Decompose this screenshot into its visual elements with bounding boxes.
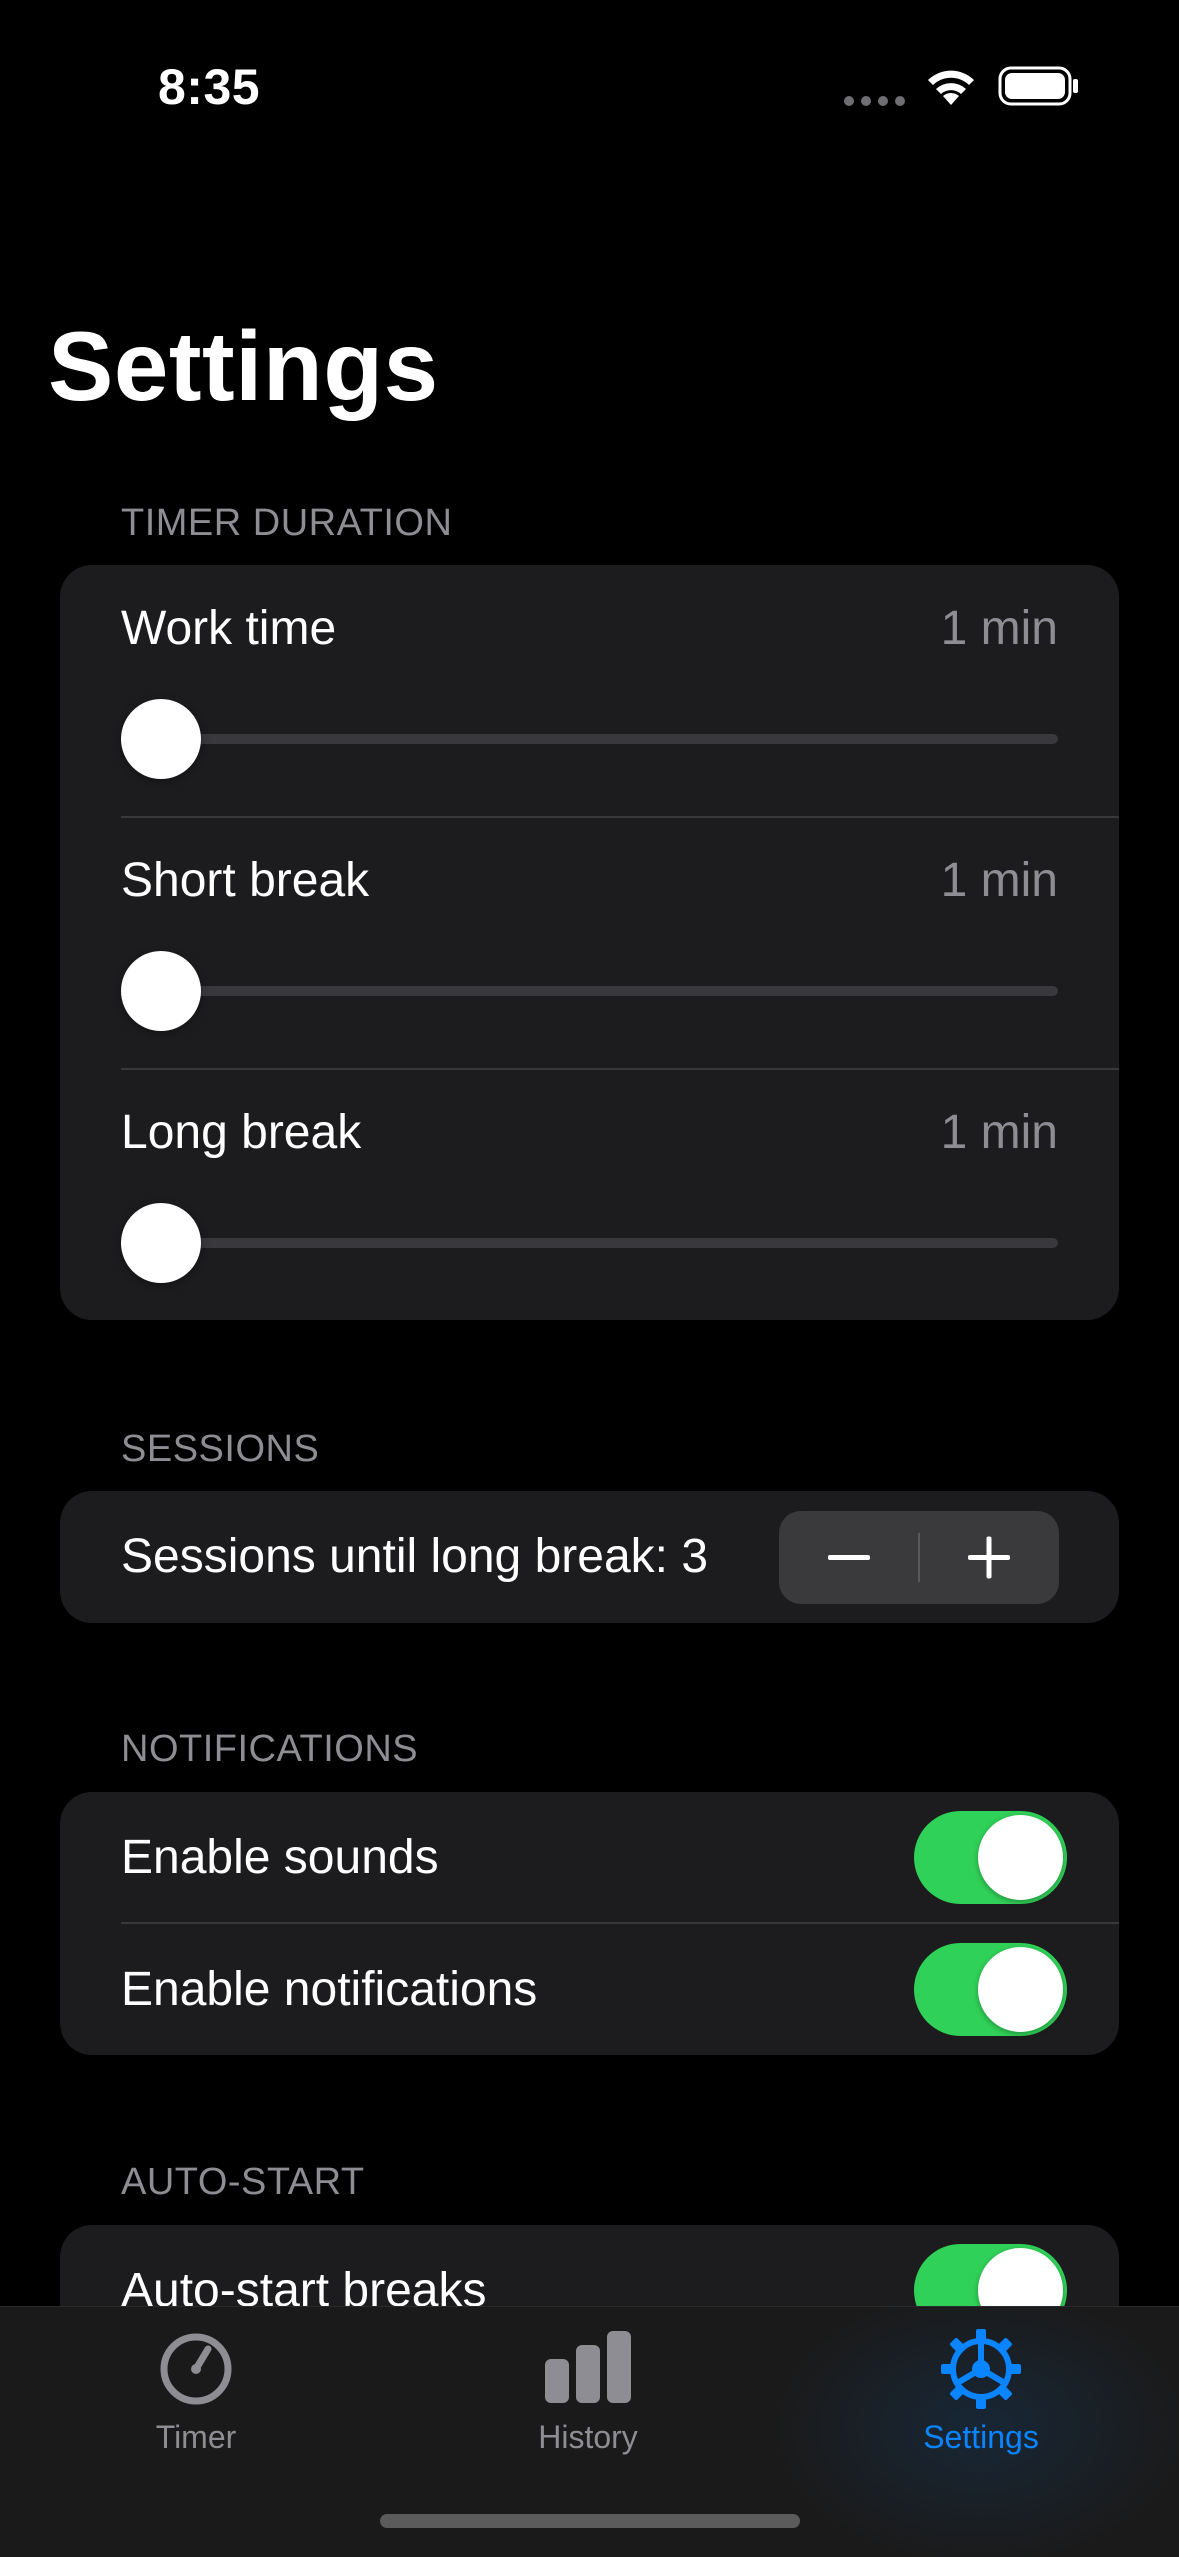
work-time-label: Work time — [121, 602, 337, 655]
enable-sounds-label: Enable sounds — [121, 1831, 439, 1884]
tab-settings[interactable]: Settings — [851, 2307, 1111, 2457]
work-time-value: 1 min — [940, 602, 1058, 655]
notifications-card: Enable sounds Enable notifications — [60, 1792, 1119, 2055]
work-time-slider-thumb[interactable] — [121, 699, 201, 779]
status-time: 8:35 — [158, 59, 261, 115]
section-header-auto-start: AUTO-START — [121, 2161, 365, 2203]
work-time-slider[interactable] — [121, 734, 1058, 744]
timer-duration-card: Work time 1 min Short break 1 min Long b… — [60, 565, 1119, 1320]
status-bar: 8:35 — [0, 0, 1179, 150]
short-break-slider[interactable] — [121, 986, 1058, 996]
sessions-card: Sessions until long break: 3 — [60, 1491, 1119, 1623]
enable-notifications-label: Enable notifications — [121, 1963, 538, 2016]
section-header-timer-duration: TIMER DURATION — [121, 502, 453, 544]
long-break-row: Long break 1 min — [60, 1069, 1119, 1320]
long-break-slider[interactable] — [121, 1238, 1058, 1248]
short-break-label: Short break — [121, 854, 370, 907]
tab-timer[interactable]: Timer — [66, 2307, 326, 2457]
enable-notifications-row: Enable notifications — [60, 1924, 1119, 2055]
enable-sounds-toggle[interactable] — [914, 1811, 1067, 1904]
timer-icon — [160, 2333, 232, 2405]
work-time-row: Work time 1 min — [60, 565, 1119, 817]
page-title: Settings — [48, 311, 439, 421]
decrement-button[interactable] — [779, 1511, 919, 1604]
minus-icon — [828, 1555, 870, 1560]
tab-settings-label: Settings — [923, 2419, 1039, 2455]
tab-timer-label: Timer — [155, 2419, 237, 2455]
long-break-label: Long break — [121, 1106, 362, 1159]
tab-history-label: History — [538, 2419, 638, 2455]
short-break-slider-thumb[interactable] — [121, 951, 201, 1031]
sessions-label: Sessions until long break: 3 — [121, 1530, 709, 1583]
short-break-value: 1 min — [940, 854, 1058, 907]
home-indicator — [380, 2514, 800, 2528]
bar-chart-icon — [545, 2331, 631, 2403]
section-header-notifications: NOTIFICATIONS — [121, 1728, 419, 1770]
gear-icon — [941, 2329, 1021, 2409]
long-break-slider-thumb[interactable] — [121, 1203, 201, 1283]
section-header-sessions: SESSIONS — [121, 1428, 320, 1470]
battery-icon — [998, 66, 1078, 106]
sessions-stepper — [779, 1511, 1059, 1604]
cellular-signal-icon — [844, 96, 906, 106]
increment-button[interactable] — [919, 1511, 1059, 1604]
enable-notifications-toggle[interactable] — [914, 1943, 1067, 2036]
short-break-row: Short break 1 min — [60, 817, 1119, 1069]
wifi-icon — [928, 70, 974, 105]
enable-sounds-row: Enable sounds — [60, 1792, 1119, 1923]
long-break-value: 1 min — [940, 1106, 1058, 1159]
tab-history[interactable]: History — [458, 2307, 718, 2457]
plus-icon — [968, 1536, 1010, 1579]
